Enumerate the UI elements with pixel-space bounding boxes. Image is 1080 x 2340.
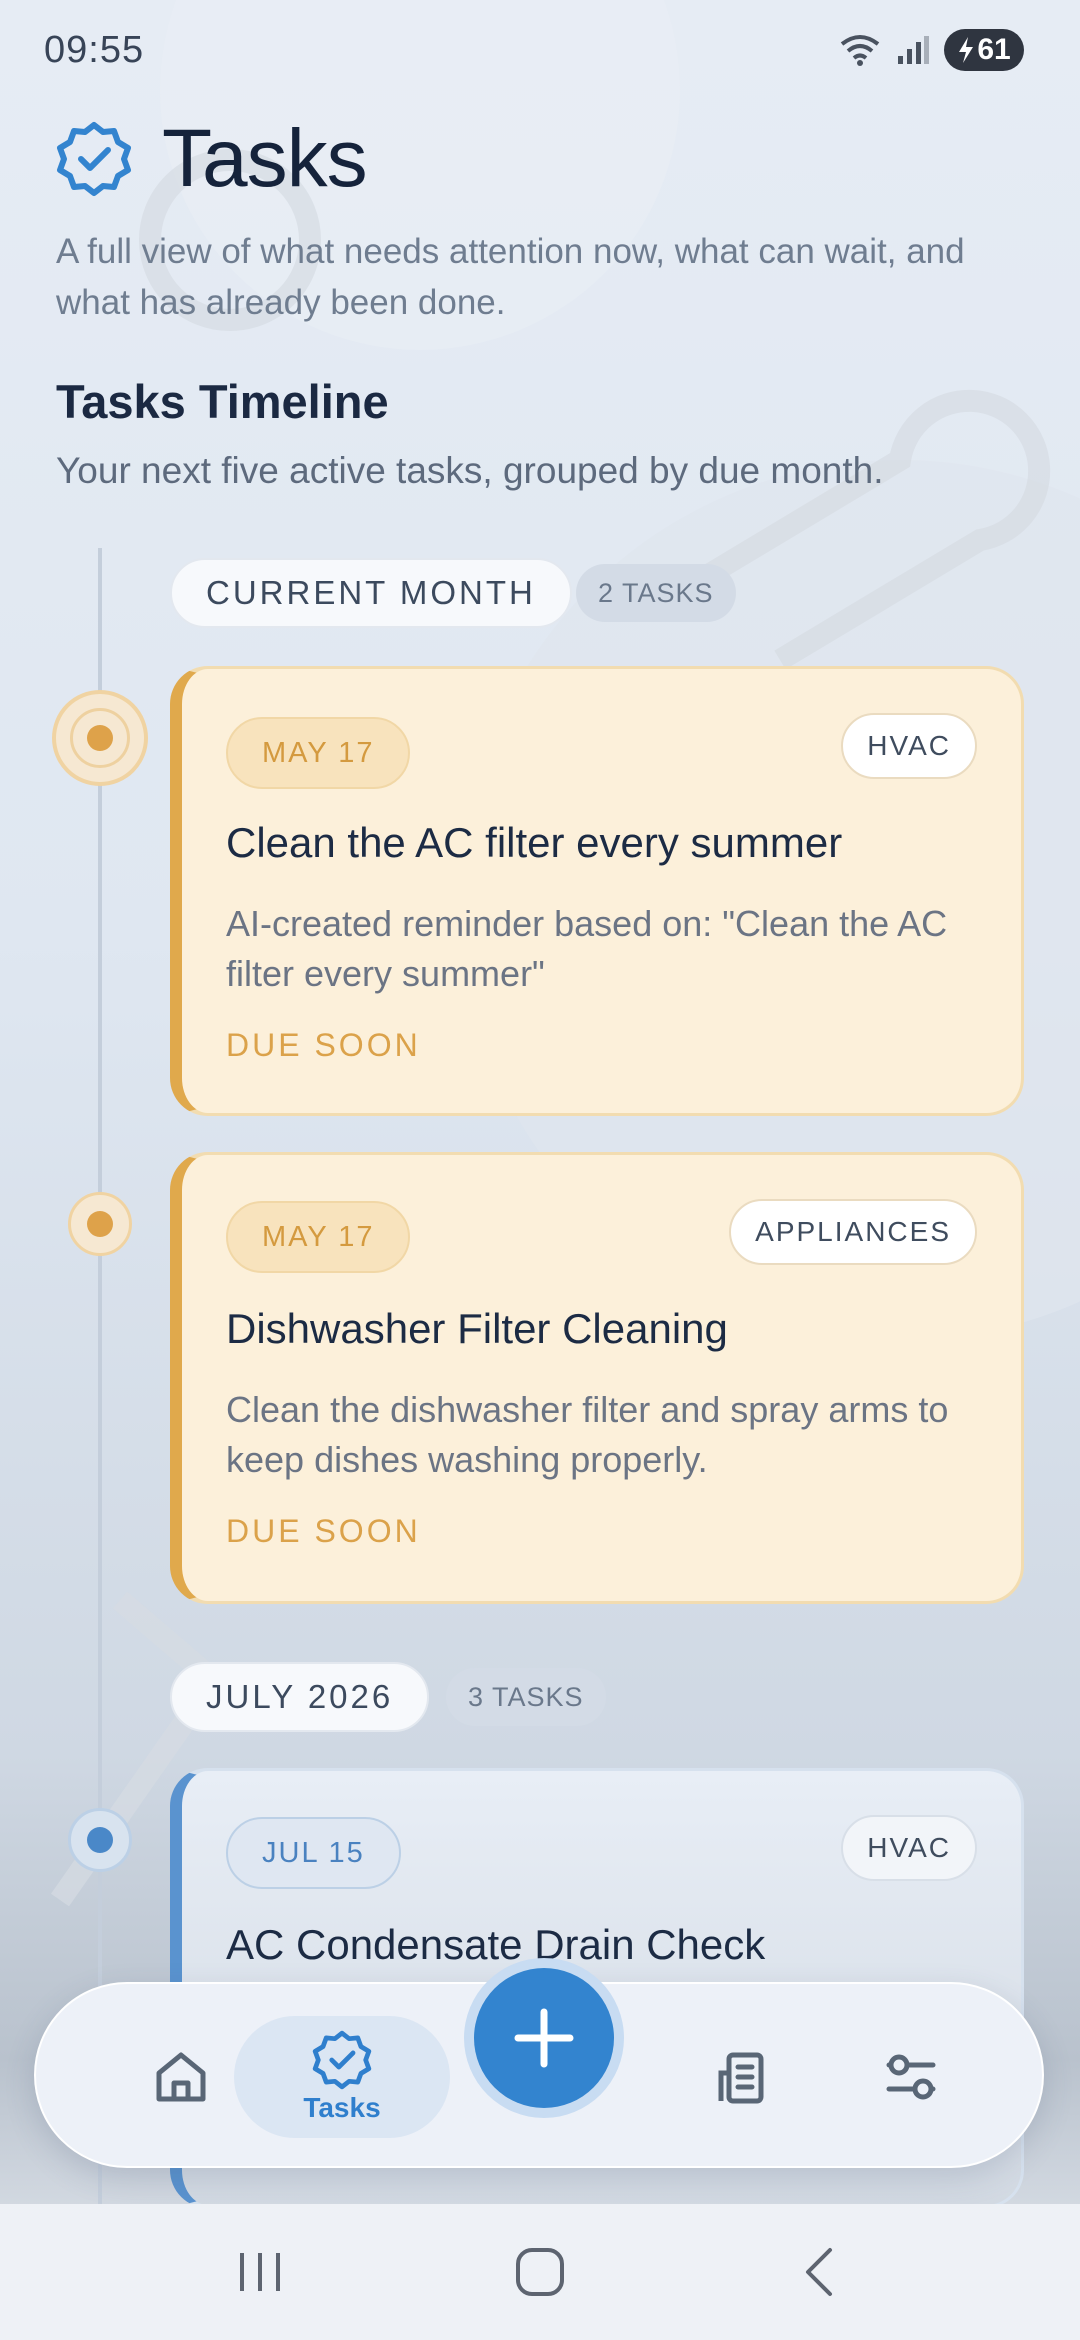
battery-level: 61 xyxy=(977,33,1011,66)
task-title: AC Condensate Drain Check xyxy=(226,1921,766,1968)
status-time: 09:55 xyxy=(44,28,145,71)
task-status: DUE SOON xyxy=(226,1513,421,1549)
page-title: Tasks xyxy=(162,113,368,204)
signal-icon xyxy=(898,36,929,64)
group-count-july-2026: 3 TASKS xyxy=(446,1668,606,1726)
task-date: MAY 17 xyxy=(226,717,411,789)
task-description: AI-created reminder based on: "Clean the… xyxy=(226,903,948,994)
status-bar: 09:55 61 xyxy=(0,0,1080,100)
home-button-icon[interactable] xyxy=(510,2242,570,2302)
bottom-navigation: Tasks xyxy=(34,1958,1044,2168)
timeline-node xyxy=(68,1192,132,1256)
building-icon xyxy=(718,2052,764,2104)
task-category: HVAC xyxy=(841,713,977,779)
task-category: APPLIANCES xyxy=(729,1199,977,1265)
task-status: DUE SOON xyxy=(226,1027,421,1063)
nav-tasks[interactable]: Tasks xyxy=(234,2016,450,2138)
back-icon[interactable] xyxy=(790,2242,850,2302)
timeline-subtitle: Your next five active tasks, grouped by … xyxy=(56,450,884,491)
verified-badge-icon xyxy=(57,122,131,196)
recent-apps-icon[interactable] xyxy=(230,2247,290,2297)
task-title: Dishwasher Filter Cleaning xyxy=(226,1305,728,1352)
task-card[interactable]: MAY 17 HVAC Clean the AC filter every su… xyxy=(170,666,1024,1116)
verified-badge-icon xyxy=(312,2030,372,2090)
nav-tasks-label: Tasks xyxy=(303,2092,381,2123)
group-count-current-month: 2 TASKS xyxy=(576,564,736,622)
nav-home[interactable] xyxy=(136,2032,226,2122)
group-label-july-2026: JULY 2026 xyxy=(170,1662,430,1732)
add-task-button[interactable] xyxy=(464,1958,624,2118)
timeline-node-blue xyxy=(68,1808,132,1872)
system-navigation-bar xyxy=(0,2204,1080,2340)
plus-icon xyxy=(514,2008,574,2068)
home-icon xyxy=(156,2052,206,2102)
task-title: Clean the AC filter every summer xyxy=(226,819,843,866)
page-subtitle: A full view of what needs attention now,… xyxy=(56,232,965,322)
task-date: JUL 15 xyxy=(226,1817,401,1889)
task-description: Clean the dishwasher filter and spray ar… xyxy=(226,1389,949,1480)
sliders-icon xyxy=(886,2054,936,2100)
task-date: MAY 17 xyxy=(226,1201,411,1273)
wifi-icon xyxy=(840,35,880,66)
battery-indicator: 61 xyxy=(944,29,1024,71)
nav-settings[interactable] xyxy=(866,2032,956,2122)
group-label-current-month: CURRENT MONTH xyxy=(170,558,572,628)
add-task-button-inner xyxy=(474,1968,614,2108)
page-header: Tasks xyxy=(56,112,368,206)
task-category: HVAC xyxy=(841,1815,977,1881)
status-icons: 61 xyxy=(838,29,1024,71)
nav-properties[interactable] xyxy=(700,2032,790,2122)
timeline-title: Tasks Timeline xyxy=(56,375,389,428)
charging-icon xyxy=(959,37,974,63)
task-card[interactable]: MAY 17 APPLIANCES Dishwasher Filter Clea… xyxy=(170,1152,1024,1604)
timeline-node-active xyxy=(52,690,148,786)
timeline-line xyxy=(98,548,102,2208)
